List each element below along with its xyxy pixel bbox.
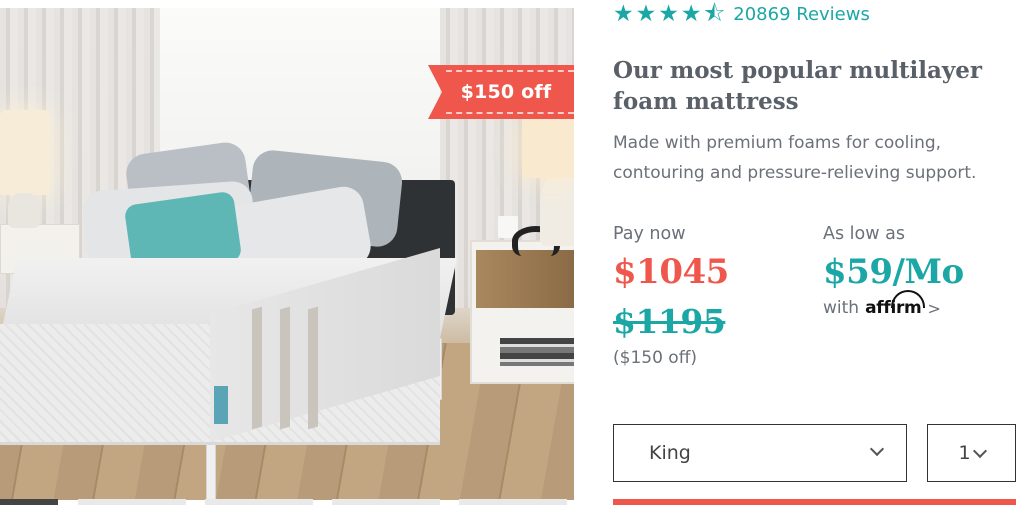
product-title: Our most popular multilayer foam mattres… [613, 57, 983, 115]
product-info-panel: ★★★★⯪ 20869 Reviews Our most popular mul… [613, 0, 1016, 505]
mattress-stripe [252, 306, 262, 430]
books [500, 338, 574, 366]
thumbnail-1[interactable] [0, 499, 58, 505]
mattress-stripe [280, 306, 290, 430]
add-to-cart-button[interactable] [613, 499, 1016, 505]
size-select[interactable]: King [613, 424, 907, 482]
with-label: with [823, 298, 860, 318]
savings-amount: ($150 off) [613, 348, 698, 368]
thumbnail-2[interactable] [78, 499, 186, 505]
quantity-select[interactable]: 1 [927, 424, 1016, 482]
size-select-value: King [649, 442, 691, 464]
current-price: $1045 [613, 252, 729, 292]
product-description: Made with premium foams for cooling, con… [613, 133, 977, 183]
financing-label: As low as [823, 224, 905, 244]
thumbnail-5[interactable] [459, 499, 567, 505]
thumbnail-4[interactable] [332, 499, 440, 505]
nightstand-drawer [476, 250, 574, 308]
star-rating-icon: ★★★★⯪ [613, 1, 728, 27]
reviews-link[interactable]: 20869 Reviews [733, 4, 870, 25]
original-price: $1195 [613, 302, 726, 341]
affirm-arc-icon [891, 290, 926, 308]
rating-row[interactable]: ★★★★⯪ 20869 Reviews [613, 2, 870, 26]
monthly-price: $59/Mo [823, 252, 964, 292]
discount-ribbon: $150 off [428, 65, 574, 119]
chevron-down-icon [972, 443, 987, 459]
lamp-base-right [540, 176, 574, 246]
thumbnail-3[interactable] [205, 499, 313, 505]
lamp-base-left [8, 193, 40, 228]
mattress-brand-tag [214, 386, 228, 424]
affirm-logo: affirm [865, 290, 926, 318]
lamp-shade-right [522, 116, 574, 178]
image-thumbnails [0, 499, 574, 505]
affirm-financing-link[interactable]: with affirm > [823, 290, 941, 318]
quantity-select-value: 1 [958, 442, 971, 464]
pay-now-label: Pay now [613, 224, 686, 244]
chevron-down-icon [869, 441, 885, 457]
discount-ribbon-text: $150 off [460, 81, 552, 103]
mattress-stripe [308, 306, 318, 430]
chevron-right-icon: > [927, 299, 941, 318]
lamp-shade-left [0, 110, 50, 195]
